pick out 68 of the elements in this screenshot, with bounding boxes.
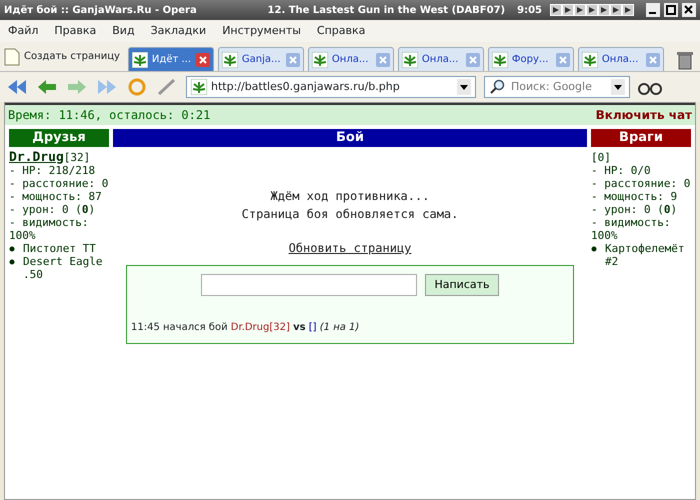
status-text: Ждём ход противника... [270, 188, 430, 205]
search-box[interactable]: Поиск: Google [484, 76, 630, 98]
rewind-icon[interactable] [6, 77, 28, 97]
menu-item[interactable]: Вид [104, 22, 143, 40]
media-control-icon[interactable] [586, 4, 598, 16]
stat-line: - HP: 0/0 [591, 164, 652, 177]
back-icon[interactable] [36, 77, 58, 97]
search-icon [489, 79, 505, 95]
dropdown-icon[interactable] [457, 79, 471, 95]
media-control-icon[interactable] [562, 4, 574, 16]
weapon-item: Пистолет TT [23, 242, 96, 255]
window-title: Идёт бой :: GanjaWars.Ru - Opera [4, 4, 197, 18]
player-name: [0] [591, 151, 612, 164]
player-name: Dr.Drug[32] [9, 151, 92, 164]
menu-item[interactable]: Инструменты [214, 22, 309, 40]
dropdown-icon[interactable] [611, 79, 625, 95]
column-header: Бой [113, 129, 587, 147]
browser-tab[interactable]: Онла... [578, 47, 664, 71]
maximize-icon[interactable] [664, 3, 678, 17]
leaf-icon [191, 79, 207, 95]
menu-item[interactable]: Файл [0, 22, 46, 40]
stat-line: - мощность: 87 [9, 190, 103, 203]
stat-line: - расстояние: 0 [591, 177, 691, 190]
leaf-icon [312, 52, 328, 68]
media-control-icon[interactable] [574, 4, 586, 16]
refresh-link[interactable]: Обновить страницу [288, 239, 412, 257]
stat-line: - расстояние: 0 [9, 177, 109, 190]
minimize-icon[interactable] [646, 3, 660, 17]
media-control-icon[interactable] [550, 4, 562, 16]
menu-item[interactable]: Правка [46, 22, 104, 40]
weapon-item: Desert Eagle .50 [23, 255, 104, 281]
stat-line: - видимость: 100% [591, 216, 672, 242]
stat-line: - урон: 0 (0) [9, 203, 96, 216]
leaf-icon [492, 52, 508, 68]
leaf-icon [132, 52, 148, 68]
stat-line: - видимость: 100% [9, 216, 90, 242]
stat-line: - урон: 0 (0) [591, 203, 678, 216]
browser-tab[interactable]: Онла... [398, 47, 484, 71]
media-control-icon[interactable] [598, 4, 610, 16]
stat-line: - мощность: 9 [591, 190, 678, 203]
media-control-icon[interactable] [610, 4, 622, 16]
menu-item[interactable]: Закладки [142, 22, 214, 40]
leaf-icon [222, 52, 238, 68]
close-icon[interactable] [682, 3, 696, 17]
menu-item[interactable]: Справка [308, 22, 374, 40]
new-page-button[interactable]: Создать страницу [4, 48, 120, 66]
address-field[interactable]: http://battles0.ganjawars.ru/b.php [186, 76, 476, 98]
column-header: Друзья [9, 129, 109, 147]
message-field[interactable] [201, 274, 418, 296]
chat-link[interactable]: Включить чат [596, 106, 692, 124]
log-line: 11:45 начался бой Dr.Drug[32] vs [] (1 на 1) [131, 321, 360, 335]
browser-tab[interactable]: Онла... [308, 47, 394, 71]
column-header: Враги [591, 129, 691, 147]
leaf-icon [582, 52, 598, 68]
weapon-item: Картофелемёт #2 [605, 242, 686, 268]
page-icon [4, 48, 20, 66]
trash-icon[interactable] [674, 49, 696, 71]
stat-line: - HP: 218/218 [9, 164, 96, 177]
media-title: 12. The Lastest Gun in the West (DABF07) [268, 4, 506, 18]
browser-tab[interactable]: Идёт ... [128, 47, 214, 71]
leaf-icon [402, 52, 418, 68]
send-button[interactable]: Написать [425, 274, 499, 296]
media-control-icon[interactable] [622, 4, 634, 16]
status-text: Страница боя обновляется сама. [242, 206, 458, 223]
clock: 9:05 [517, 4, 542, 18]
timer-text: Время: 11:46, осталось: 0:21 [8, 107, 210, 124]
browser-tab[interactable]: Фору... [488, 47, 574, 71]
browser-tab[interactable]: Ganja... [218, 47, 304, 71]
